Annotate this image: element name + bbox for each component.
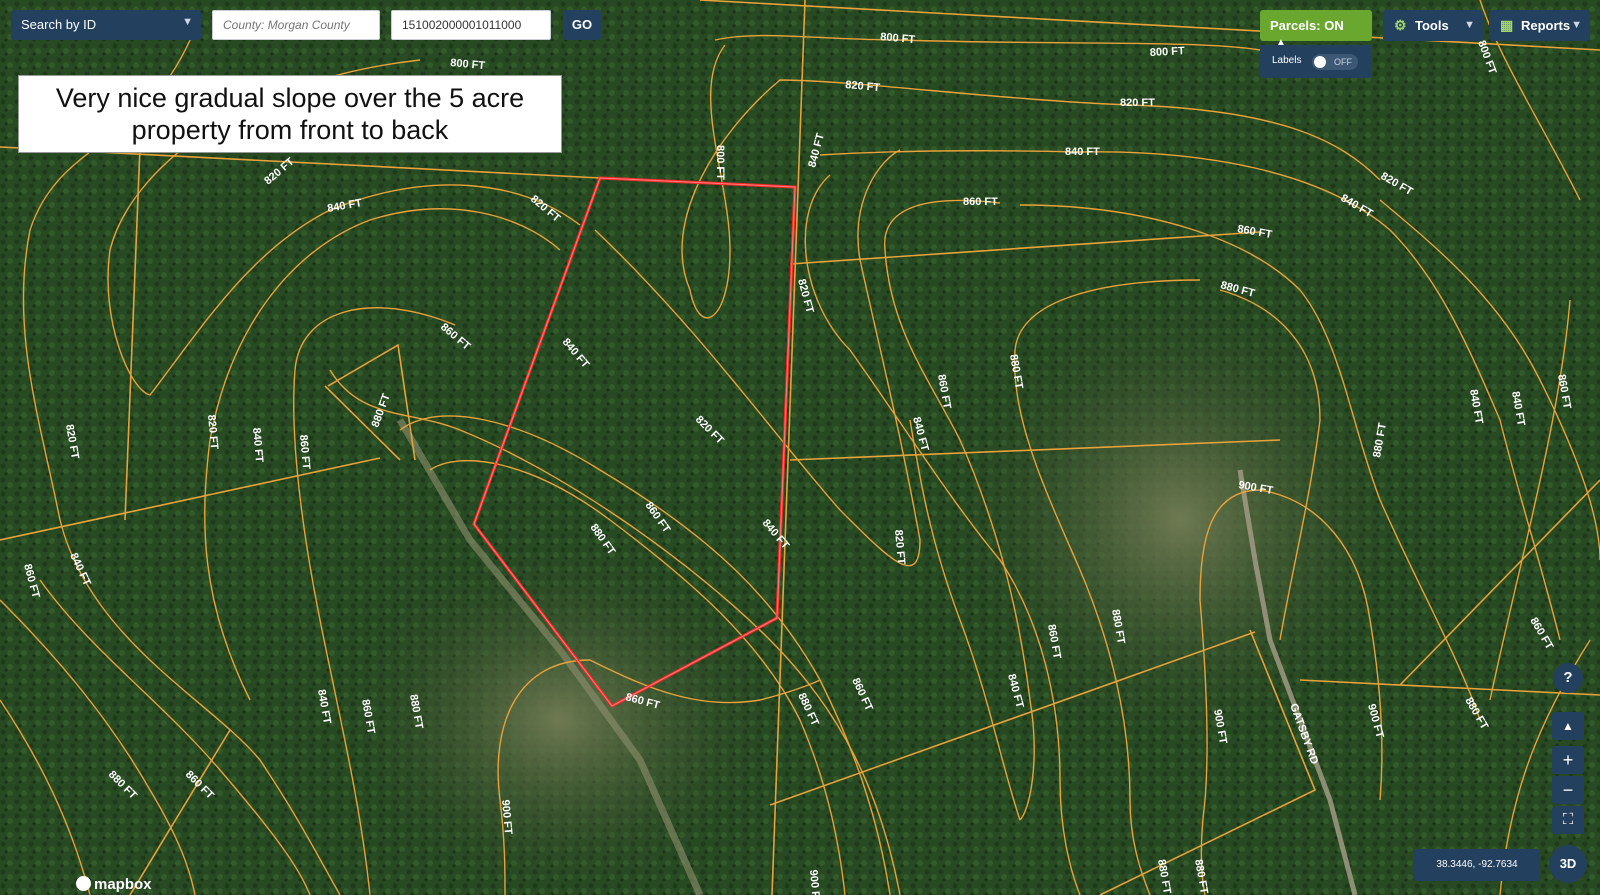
search-type-dropdown[interactable]: Search by ID ▼ bbox=[11, 10, 201, 40]
parcels-state: ON bbox=[1324, 18, 1344, 33]
gear-icon: ⚙ bbox=[1394, 17, 1407, 33]
contour-label: 840 FT bbox=[1065, 146, 1100, 158]
zoom-out-button[interactable]: − bbox=[1552, 776, 1584, 804]
mapbox-label: mapbox bbox=[94, 876, 152, 893]
annotation-note: Very nice gradual slope over the 5 acre … bbox=[18, 75, 562, 153]
labels-toggle[interactable]: OFF bbox=[1312, 54, 1358, 70]
fullscreen-button[interactable]: ⛶ bbox=[1552, 806, 1584, 834]
labels-panel: Labels OFF bbox=[1260, 45, 1372, 78]
compass-icon: ▲ bbox=[1562, 719, 1574, 733]
reports-label: Reports bbox=[1521, 18, 1571, 33]
parcel-id-input[interactable] bbox=[391, 10, 551, 40]
labels-label: Labels bbox=[1272, 55, 1302, 66]
contour-label: 860 FT bbox=[963, 196, 998, 208]
tools-label: Tools bbox=[1415, 18, 1449, 33]
plus-icon: + bbox=[1562, 750, 1574, 770]
mapbox-attribution[interactable]: mapbox bbox=[76, 876, 152, 893]
chevron-down-icon: ▼ bbox=[1464, 19, 1475, 31]
chevron-down-icon: ▼ bbox=[182, 16, 193, 28]
reports-menu-button[interactable]: ▦ Reports ▼ bbox=[1489, 10, 1590, 41]
go-button[interactable]: GO bbox=[563, 10, 601, 40]
minus-icon: − bbox=[1562, 780, 1574, 800]
parcels-toggle-button[interactable]: Parcels: ON ▲ bbox=[1260, 10, 1372, 48]
zoom-in-button[interactable]: + bbox=[1552, 746, 1584, 774]
contour-label: 900 FT bbox=[807, 869, 822, 895]
compass-button[interactable]: ▲ bbox=[1552, 712, 1584, 740]
report-icon: ▦ bbox=[1500, 17, 1514, 33]
fullscreen-icon: ⛶ bbox=[1562, 811, 1574, 828]
help-button[interactable]: ? bbox=[1553, 663, 1583, 693]
search-type-label: Search by ID bbox=[21, 17, 97, 32]
contour-label: 800 FT bbox=[1150, 45, 1186, 59]
mapbox-logo-icon bbox=[76, 876, 91, 891]
contour-label: 820 FT bbox=[1120, 97, 1155, 109]
tools-menu-button[interactable]: ⚙ Tools ▼ bbox=[1383, 10, 1483, 41]
toggle-knob bbox=[1314, 56, 1326, 68]
coordinates-readout: 38.3446, -92.7634 bbox=[1414, 849, 1540, 881]
parcels-label: Parcels: bbox=[1270, 18, 1321, 33]
contour-label: 800 FT bbox=[714, 145, 726, 180]
3d-view-button[interactable]: 3D bbox=[1549, 845, 1587, 883]
county-input[interactable] bbox=[212, 10, 380, 40]
labels-state: OFF bbox=[1334, 57, 1352, 67]
chevron-down-icon: ▼ bbox=[1571, 19, 1582, 31]
